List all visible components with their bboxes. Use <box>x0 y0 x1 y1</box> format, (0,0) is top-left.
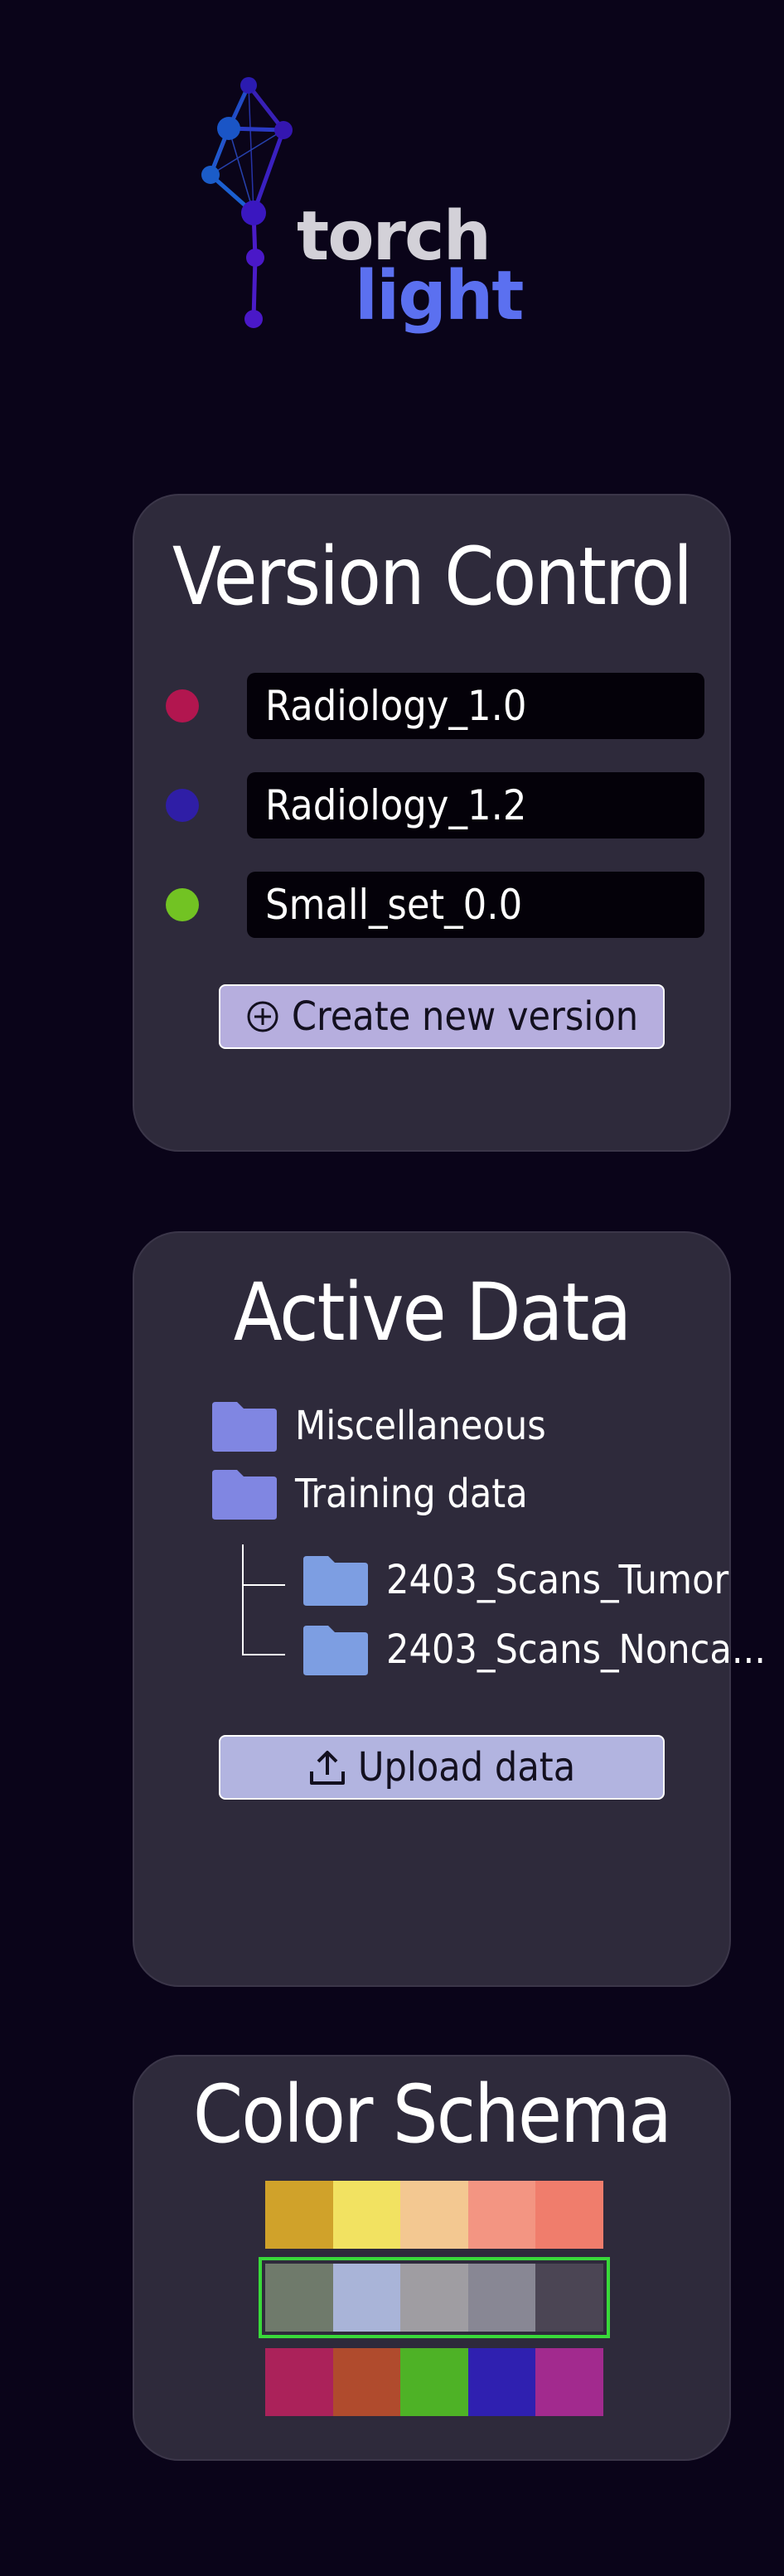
color-swatch <box>467 2264 536 2332</box>
version-item[interactable]: Radiology_1.0 <box>166 673 704 739</box>
version-name-field[interactable]: Small_set_0.0 <box>247 872 704 938</box>
color-swatch <box>332 2348 401 2416</box>
color-schema-panel: Color Schema <box>133 2055 731 2461</box>
folder-icon <box>212 1470 277 1520</box>
upload-data-button[interactable]: Upload data <box>219 1735 665 1800</box>
color-swatch <box>535 2181 603 2249</box>
subfolder-item[interactable]: 2403_Scans_Nonca... <box>302 1622 766 1677</box>
version-item[interactable]: Small_set_0.0 <box>166 872 704 938</box>
upload-data-label: Upload data <box>357 1744 576 1791</box>
color-swatch <box>535 2348 603 2416</box>
color-swatch <box>535 2264 603 2332</box>
version-color-dot <box>166 689 199 723</box>
folder-icon <box>303 1556 368 1606</box>
version-control-panel: Version Control Radiology_1.0 Radiology_… <box>133 494 731 1152</box>
version-control-title: Version Control <box>172 530 693 623</box>
color-swatch <box>400 2181 468 2249</box>
folder-label: Miscellaneous <box>295 1403 546 1449</box>
color-swatch <box>332 2264 401 2332</box>
color-palette[interactable] <box>265 2181 603 2249</box>
color-swatch <box>265 2264 333 2332</box>
color-swatch <box>400 2264 468 2332</box>
active-data-panel: Active Data Miscellaneous Training data … <box>133 1231 766 1987</box>
subfolder-item[interactable]: 2403_Scans_Tumor <box>302 1553 728 1607</box>
version-name-field[interactable]: Radiology_1.0 <box>247 673 704 739</box>
folder-item[interactable]: Miscellaneous <box>211 1399 546 1453</box>
tree-connector <box>242 1584 285 1586</box>
color-swatch <box>332 2181 401 2249</box>
logo-word-light: light <box>355 257 524 336</box>
active-data-title: Active Data <box>233 1266 632 1359</box>
color-swatch <box>467 2181 536 2249</box>
version-item[interactable]: Radiology_1.2 <box>166 772 704 839</box>
create-version-label: Create new version <box>291 993 639 1040</box>
version-color-dot <box>166 789 199 822</box>
version-color-dot <box>166 888 199 921</box>
torchlight-mark-icon <box>201 77 293 328</box>
color-schema-title: Color Schema <box>192 2068 672 2161</box>
color-palette[interactable] <box>265 2348 603 2416</box>
plus-circle-icon <box>247 1001 278 1032</box>
upload-icon <box>309 1751 345 1785</box>
folder-icon <box>212 1402 277 1452</box>
version-name-field[interactable]: Radiology_1.2 <box>247 772 704 839</box>
folder-label: 2403_Scans_Nonca... <box>386 1626 766 1673</box>
folder-item[interactable]: Training data <box>211 1467 528 1521</box>
tree-connector <box>242 1544 244 1655</box>
folder-label: Training data <box>295 1471 528 1517</box>
torchlight-logo: torch light <box>191 70 524 344</box>
color-palette-selected[interactable] <box>259 2257 610 2338</box>
create-version-button[interactable]: Create new version <box>219 984 665 1049</box>
color-swatch <box>400 2348 468 2416</box>
folder-icon <box>303 1626 368 1675</box>
color-swatch <box>265 2348 333 2416</box>
color-swatch <box>467 2348 536 2416</box>
folder-label: 2403_Scans_Tumor <box>386 1557 729 1603</box>
color-swatch <box>265 2181 333 2249</box>
tree-connector <box>242 1654 285 1655</box>
